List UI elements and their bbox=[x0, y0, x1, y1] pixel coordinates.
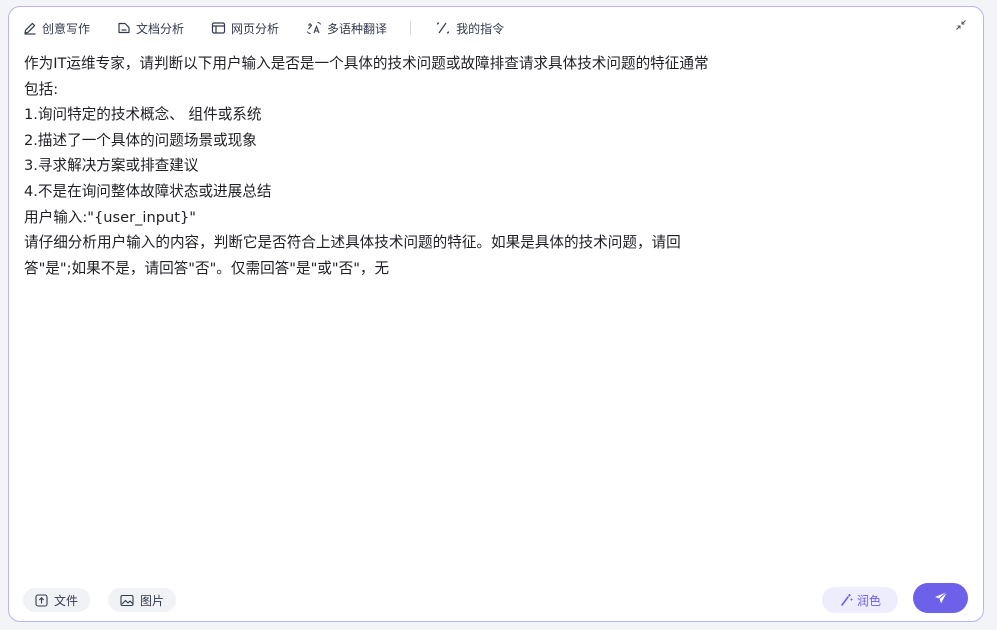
prompt-line: 3.寻求解决方案或排查建议 bbox=[24, 157, 199, 175]
upload-image-button[interactable]: 图片 bbox=[108, 588, 177, 612]
my-commands-label: 我的指令 bbox=[456, 21, 505, 36]
toolbar-divider bbox=[410, 21, 412, 35]
document-analysis-label: 文档分析 bbox=[136, 21, 185, 36]
my-commands-button[interactable]: 我的指令 bbox=[435, 20, 504, 37]
file-label: 文件 bbox=[54, 593, 79, 608]
toolbar: 创意写作 文档分析 网页分析 多语种翻译 我的指令 bbox=[23, 13, 531, 43]
collapse-button[interactable] bbox=[953, 17, 969, 33]
prompt-line: 4.不是在询问整体故障状态或进展总结 bbox=[24, 182, 272, 200]
translation-label: 多语种翻译 bbox=[327, 21, 388, 36]
prompt-line: 2.描述了一个具体的问题场景或现象 bbox=[24, 131, 257, 149]
document-analysis-button[interactable]: 文档分析 bbox=[117, 20, 184, 37]
polish-button[interactable]: 润色 bbox=[822, 587, 898, 613]
webpage-analysis-button[interactable]: 网页分析 bbox=[211, 20, 279, 37]
collapse-arrows-icon bbox=[956, 20, 966, 30]
creative-writing-button[interactable]: 创意写作 bbox=[23, 20, 90, 37]
image-label: 图片 bbox=[140, 593, 165, 608]
chat-input-panel: 创意写作 文档分析 网页分析 多语种翻译 我的指令 作为IT运维专家，请判断以下… bbox=[8, 6, 984, 622]
prompt-line: 1.询问特定的技术概念、 组件或系统 bbox=[24, 106, 262, 124]
translation-button[interactable]: 多语种翻译 bbox=[306, 20, 387, 37]
magic-wand-icon bbox=[841, 594, 853, 606]
webpage-analysis-label: 网页分析 bbox=[231, 21, 280, 36]
prompt-line: 包括: bbox=[24, 80, 59, 98]
webpage-icon bbox=[211, 22, 226, 34]
prompt-line: 请仔细分析用户输入的内容，判断它是否符合上述具体技术问题的特征。如果是具体的技术… bbox=[24, 234, 681, 252]
prompt-line: 作为IT运维专家，请判断以下用户输入是否是一个具体的技术问题或故障排查请求具体技… bbox=[24, 55, 709, 72]
file-upload-icon bbox=[35, 593, 48, 607]
prompt-textarea[interactable]: 作为IT运维专家，请判断以下用户输入是否是一个具体的技术问题或故障排查请求具体技… bbox=[24, 51, 954, 281]
send-button[interactable] bbox=[913, 583, 968, 613]
document-icon bbox=[118, 22, 130, 34]
creative-writing-label: 创意写作 bbox=[42, 21, 91, 36]
prompt-line: 答"是";如果不是，请回答"否"。仅需回答"是"或"否"，无 bbox=[24, 259, 390, 277]
polish-label: 润色 bbox=[856, 593, 881, 608]
upload-file-button[interactable]: 文件 bbox=[23, 588, 91, 612]
send-icon bbox=[934, 591, 947, 604]
command-icon bbox=[436, 22, 450, 34]
image-icon bbox=[120, 594, 134, 606]
translate-icon bbox=[307, 22, 322, 34]
pen-icon bbox=[24, 22, 36, 35]
prompt-line: 用户输入:"{user_input}" bbox=[24, 208, 196, 226]
